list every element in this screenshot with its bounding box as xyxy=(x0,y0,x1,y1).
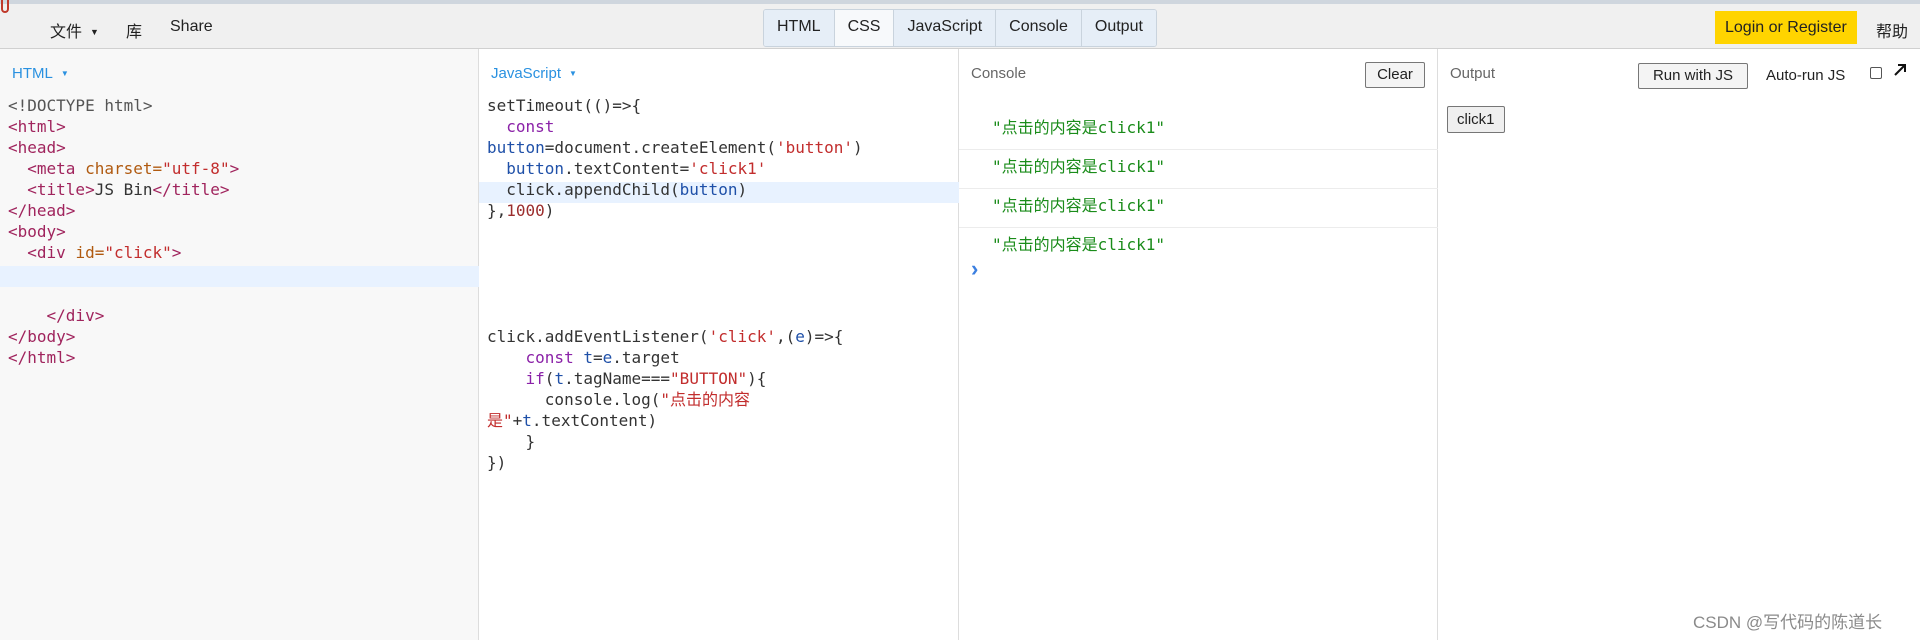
tab-css[interactable]: CSS xyxy=(834,10,895,46)
watermark: CSDN @写代码的陈道长 xyxy=(1693,613,1883,632)
code-line: </div> xyxy=(8,306,105,325)
caret-down-icon: ▼ xyxy=(90,27,99,37)
html-panel: HTML ▼ <!DOCTYPE html> <html> <head> <met… xyxy=(0,49,479,640)
logo-icon xyxy=(1,0,9,13)
log-entry: "点击的内容是click1" xyxy=(959,189,1438,228)
help-menu[interactable]: 帮助 xyxy=(1876,18,1908,42)
code-line: <title>JS Bin</title> xyxy=(27,180,230,199)
code-line: click.appendChild(button) xyxy=(487,180,748,199)
caret-down-icon: ▼ xyxy=(569,69,577,78)
code-line: const xyxy=(506,117,555,136)
code-line: button.textContent='click1' xyxy=(506,159,767,178)
tab-javascript[interactable]: JavaScript xyxy=(894,10,997,46)
javascript-panel-label: JavaScript xyxy=(491,65,562,82)
javascript-panel: JavaScript ▼ setTimeout(()=>{ const butto… xyxy=(479,49,959,640)
run-with-js-button[interactable]: Run with JS xyxy=(1638,63,1748,89)
top-bar: 文件 ▼ 库 Share HTML CSS JavaScript Console … xyxy=(0,0,1920,49)
file-menu[interactable]: 文件 ▼ xyxy=(50,18,99,42)
code-line: if(t.tagName==="BUTTON"){ xyxy=(525,369,767,388)
share-menu[interactable]: Share xyxy=(170,18,213,36)
code-line: </head> xyxy=(8,201,76,220)
caret-down-icon: ▼ xyxy=(60,69,69,78)
output-panel-label: Output xyxy=(1450,65,1496,82)
code-line: console.log("点击的内容 xyxy=(487,390,751,409)
console-log-list: "点击的内容是click1" "点击的内容是click1" "点击的内容是cli… xyxy=(959,111,1438,267)
log-entry: "点击的内容是click1" xyxy=(959,150,1438,189)
code-line: </html> xyxy=(8,348,76,367)
code-line: setTimeout(()=>{ xyxy=(487,96,642,115)
tab-output[interactable]: Output xyxy=(1081,10,1156,46)
code-line: },1000) xyxy=(487,201,555,220)
auto-run-label: Auto-run JS xyxy=(1766,67,1846,84)
code-line: <meta charset="utf-8"> xyxy=(27,159,240,178)
javascript-editor[interactable]: setTimeout(()=>{ const button=document.c… xyxy=(487,95,863,473)
output-panel: Output Run with JS Auto-run JS click1 xyxy=(1438,49,1920,640)
html-editor[interactable]: <!DOCTYPE html> <html> <head> <meta char… xyxy=(8,95,239,368)
html-panel-menu[interactable]: HTML ▼ xyxy=(12,65,69,82)
code-line: button=document.createElement('button') xyxy=(487,138,863,157)
code-line: click.addEventListener('click',(e)=>{ xyxy=(487,327,844,346)
code-line: 是"+t.textContent) xyxy=(487,411,658,430)
code-line: <body> xyxy=(8,222,66,241)
popout-arrow-icon[interactable] xyxy=(1891,61,1909,79)
code-line: </body> xyxy=(8,327,76,346)
code-text: <!DOCTYPE html> xyxy=(8,96,153,115)
code-line: <head> xyxy=(8,138,66,157)
code-line: <div id="click"> xyxy=(27,243,182,262)
library-menu[interactable]: 库 xyxy=(126,18,142,42)
console-panel: Console Clear "点击的内容是click1" "点击的内容是clic… xyxy=(959,49,1438,640)
log-entry: "点击的内容是click1" xyxy=(959,111,1438,150)
console-panel-label: Console xyxy=(971,65,1027,82)
tab-console[interactable]: Console xyxy=(996,10,1082,46)
code-line: <html> xyxy=(8,117,66,136)
code-line: <!DOCTYPE html> xyxy=(8,96,153,115)
code-line: } xyxy=(487,432,536,451)
tab-html[interactable]: HTML xyxy=(764,10,835,46)
file-menu-label: 文件 xyxy=(50,24,83,41)
javascript-panel-menu[interactable]: JavaScript ▼ xyxy=(491,65,577,82)
rendered-click1-button[interactable]: click1 xyxy=(1447,106,1505,133)
html-panel-label: HTML xyxy=(12,65,53,82)
console-prompt-icon[interactable]: › xyxy=(971,256,978,282)
auto-run-checkbox[interactable] xyxy=(1870,67,1882,79)
log-entry: "点击的内容是click1" xyxy=(992,235,1166,254)
clear-button[interactable]: Clear xyxy=(1365,62,1425,88)
code-line: const t=e.target xyxy=(525,348,680,367)
code-line: }) xyxy=(487,453,507,472)
panel-tabs: HTML CSS JavaScript Console Output xyxy=(763,9,1157,47)
login-register-button[interactable]: Login or Register xyxy=(1715,11,1857,44)
